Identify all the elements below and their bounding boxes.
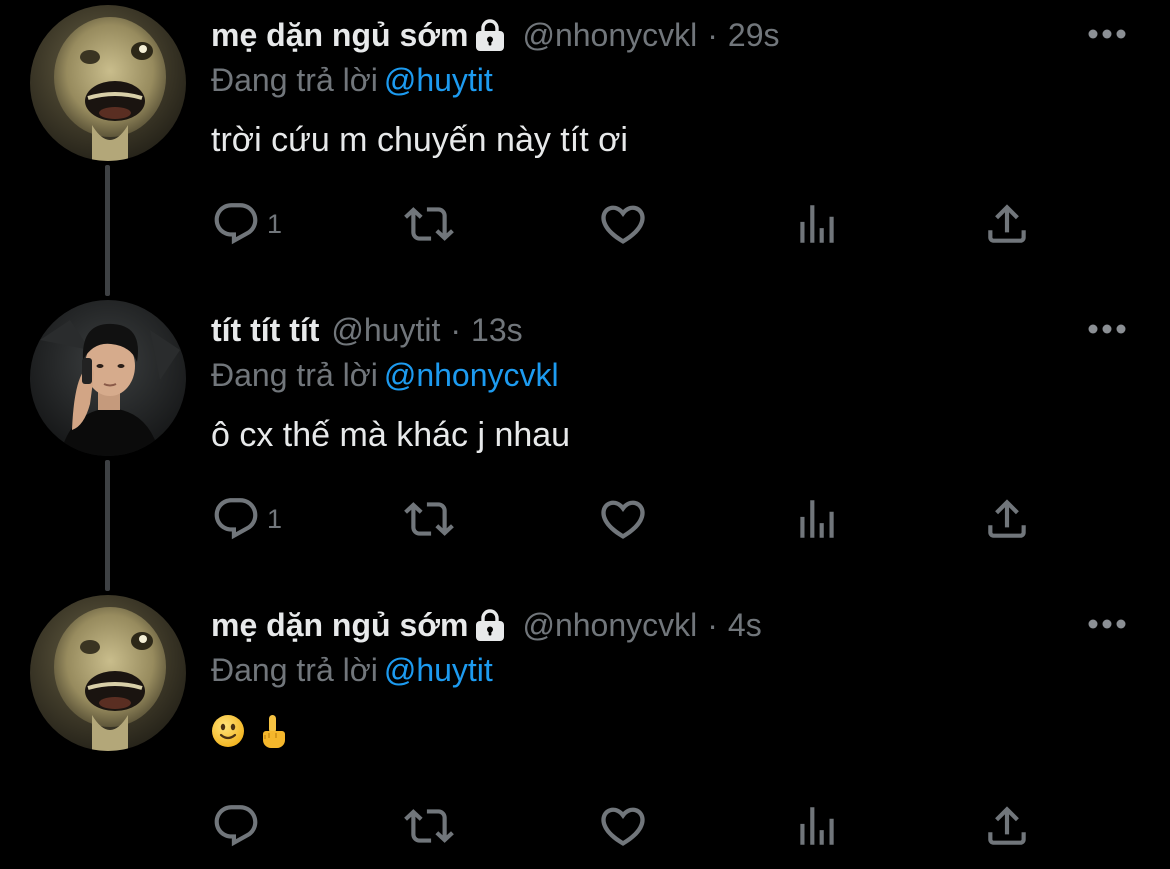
share-button[interactable] bbox=[982, 199, 1032, 249]
avatar[interactable] bbox=[30, 300, 186, 456]
retweet-icon bbox=[400, 199, 458, 249]
like-icon bbox=[597, 493, 649, 545]
tweet[interactable]: tít tít tít @huytit · 13s Đang trả lời @n… bbox=[0, 295, 1170, 590]
separator-dot: · bbox=[707, 17, 718, 53]
replying-to: Đang trả lời @huytit bbox=[211, 648, 493, 692]
like-button[interactable] bbox=[597, 494, 649, 544]
tweet-text bbox=[211, 712, 286, 761]
replying-to: Đang trả lời @huytit bbox=[211, 58, 493, 102]
display-name[interactable]: mẹ dặn ngủ sớm bbox=[211, 604, 468, 646]
more-horizontal-icon[interactable] bbox=[1087, 612, 1127, 636]
timestamp[interactable]: 29s bbox=[728, 14, 780, 56]
share-button[interactable] bbox=[982, 801, 1032, 851]
views-icon bbox=[792, 801, 842, 851]
display-name[interactable]: tít tít tít bbox=[211, 309, 319, 351]
lock-icon bbox=[472, 604, 508, 646]
like-button[interactable] bbox=[597, 199, 649, 249]
retweet-icon bbox=[400, 494, 458, 544]
tweet-header: mẹ dặn ngủ sớm @nhonycvkl · 4s bbox=[211, 604, 762, 646]
views-icon bbox=[792, 494, 842, 544]
retweet-button[interactable] bbox=[400, 494, 458, 544]
replying-to-label: Đang trả lời bbox=[211, 652, 378, 688]
conversation-thread: mẹ dặn ngủ sớm @nhonycvkl · 29s Đang trả… bbox=[0, 0, 1170, 869]
tweet-actions bbox=[211, 801, 1051, 851]
share-button[interactable] bbox=[982, 494, 1032, 544]
share-icon bbox=[982, 494, 1032, 544]
tweet[interactable]: mẹ dặn ngủ sớm @nhonycvkl · 29s Đang trả… bbox=[0, 0, 1170, 295]
reply-icon bbox=[211, 199, 261, 249]
user-handle[interactable]: @nhonycvkl bbox=[522, 14, 697, 56]
like-icon bbox=[597, 198, 649, 250]
more-horizontal-icon[interactable] bbox=[1087, 317, 1127, 341]
mention-link[interactable]: @nhonycvkl bbox=[384, 357, 559, 393]
like-icon bbox=[597, 800, 649, 852]
reply-icon bbox=[211, 801, 261, 851]
reply-count: 1 bbox=[267, 503, 283, 534]
replying-to-label: Đang trả lời bbox=[211, 357, 378, 393]
tweet-actions: 1 bbox=[211, 199, 1051, 249]
person-on-phone-avatar bbox=[30, 300, 186, 456]
tweet-text: trời cứu m chuyến này tít ơi bbox=[211, 121, 628, 159]
views-button[interactable] bbox=[792, 199, 842, 249]
more-horizontal-icon[interactable] bbox=[1087, 22, 1127, 46]
reply-button[interactable]: 1 bbox=[211, 199, 282, 249]
tweet[interactable]: mẹ dặn ngủ sớm @nhonycvkl · 4s Đang trả … bbox=[0, 590, 1170, 869]
lock-icon bbox=[472, 14, 508, 56]
blurred-toy-face-avatar bbox=[30, 595, 186, 751]
slightly-smiling-face-emoji bbox=[211, 714, 245, 760]
tweet-header: mẹ dặn ngủ sớm @nhonycvkl · 29s bbox=[211, 14, 779, 56]
views-button[interactable] bbox=[792, 494, 842, 544]
tweet-header: tít tít tít @huytit · 13s bbox=[211, 309, 523, 351]
reply-count: 1 bbox=[267, 208, 283, 239]
mention-link[interactable]: @huytit bbox=[384, 652, 493, 688]
user-handle[interactable]: @huytit bbox=[331, 309, 440, 351]
tweet-text: ô cx thế mà khác j nhau bbox=[211, 416, 571, 454]
display-name[interactable]: mẹ dặn ngủ sớm bbox=[211, 14, 468, 56]
middle-finger-emoji bbox=[258, 713, 286, 761]
avatar[interactable] bbox=[30, 595, 186, 751]
retweet-icon bbox=[400, 801, 458, 851]
separator-dot: · bbox=[450, 312, 462, 348]
reply-button[interactable] bbox=[211, 801, 267, 851]
reply-icon bbox=[211, 494, 261, 544]
timestamp[interactable]: 13s bbox=[471, 309, 523, 351]
retweet-button[interactable] bbox=[400, 801, 458, 851]
replying-to-label: Đang trả lời bbox=[211, 62, 378, 98]
tweet-actions: 1 bbox=[211, 494, 1051, 544]
like-button[interactable] bbox=[597, 801, 649, 851]
timestamp[interactable]: 4s bbox=[728, 604, 762, 646]
share-icon bbox=[982, 199, 1032, 249]
retweet-button[interactable] bbox=[400, 199, 458, 249]
views-button[interactable] bbox=[792, 801, 842, 851]
blurred-toy-face-avatar bbox=[30, 5, 186, 161]
views-icon bbox=[792, 199, 842, 249]
replying-to: Đang trả lời @nhonycvkl bbox=[211, 353, 559, 397]
user-handle[interactable]: @nhonycvkl bbox=[522, 604, 697, 646]
share-icon bbox=[982, 801, 1032, 851]
mention-link[interactable]: @huytit bbox=[384, 62, 493, 98]
avatar[interactable] bbox=[30, 5, 186, 161]
reply-button[interactable]: 1 bbox=[211, 494, 282, 544]
separator-dot: · bbox=[707, 607, 718, 643]
